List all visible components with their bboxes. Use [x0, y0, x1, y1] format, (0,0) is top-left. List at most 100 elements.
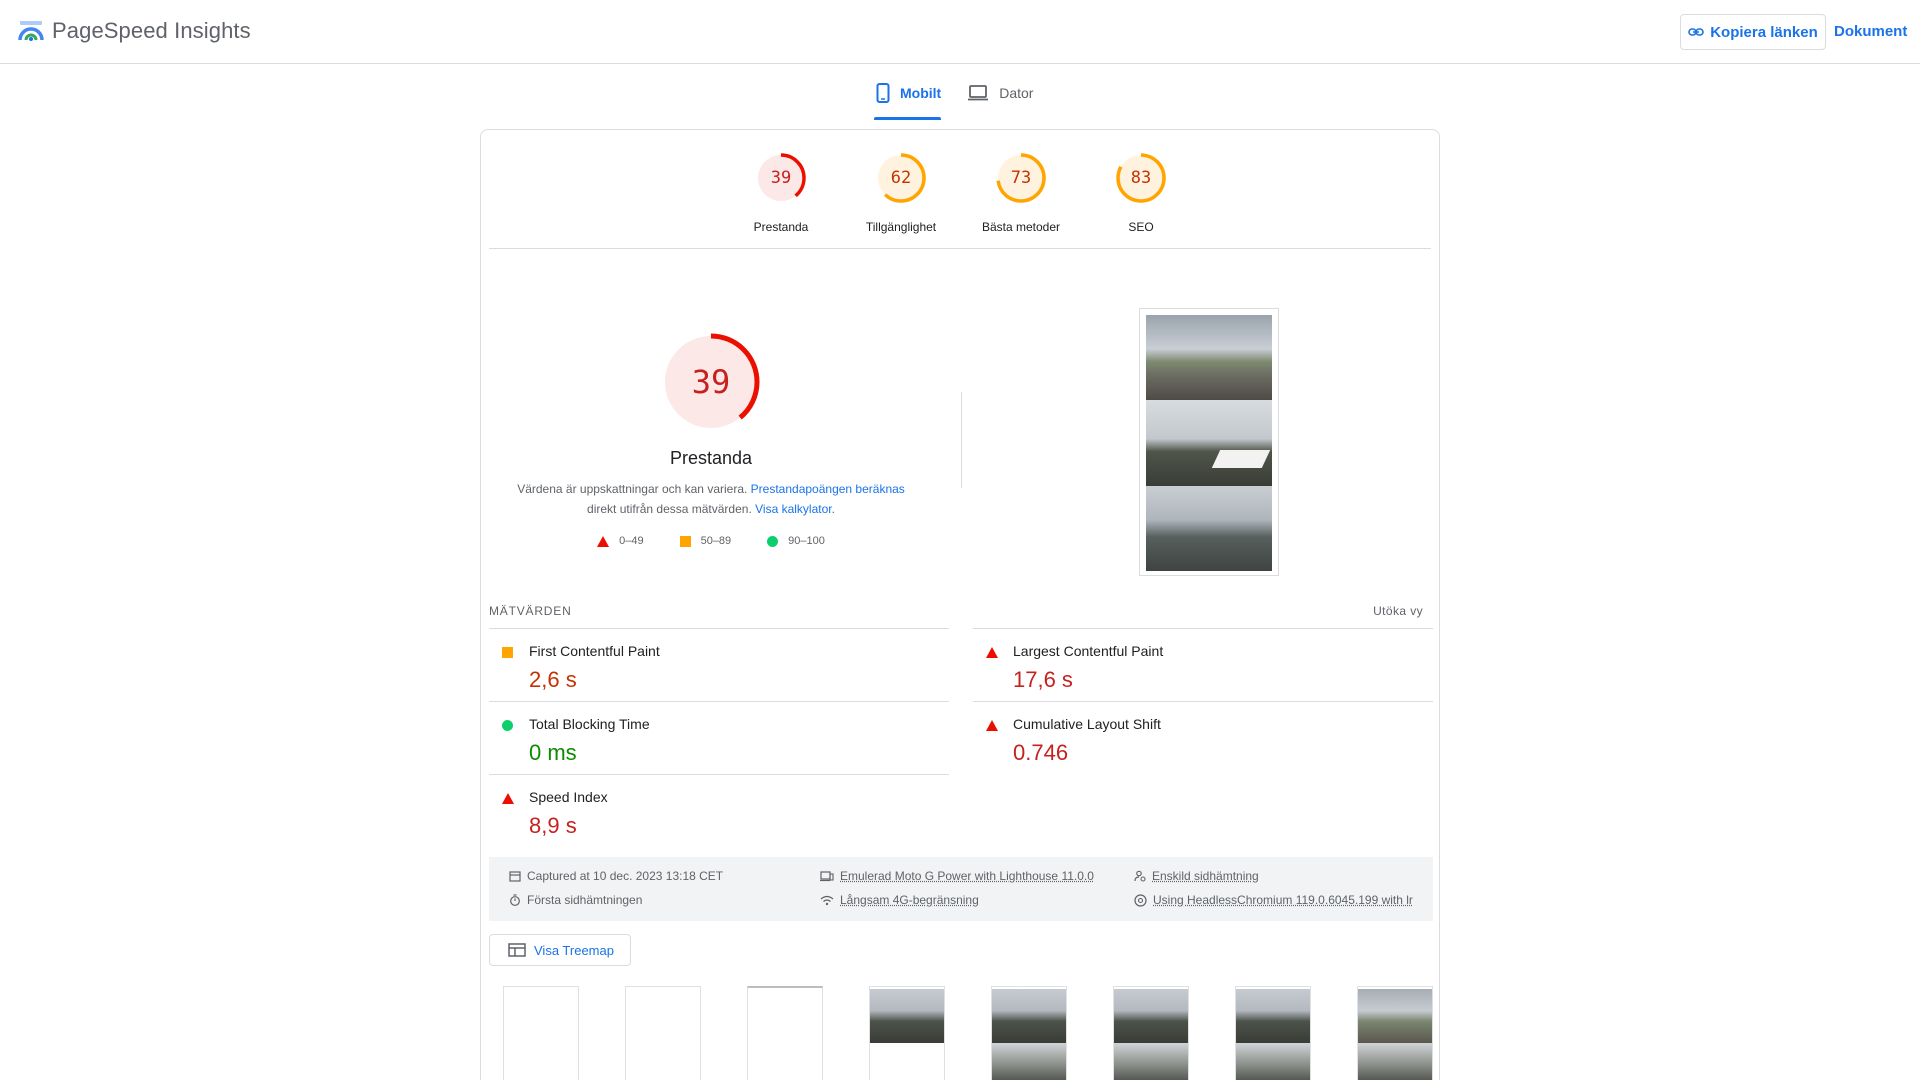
- filmstrip-frame: [1235, 986, 1311, 1080]
- timer-icon: [509, 894, 521, 906]
- tab-desktop-label: Dator: [999, 85, 1033, 101]
- triangle-icon: [502, 793, 514, 804]
- desc-period: .: [832, 502, 835, 516]
- docs-link[interactable]: Dokument: [1834, 23, 1907, 40]
- top-bar: PageSpeed Insights Kopiera länken Dokume…: [0, 0, 1920, 64]
- person-icon: [1134, 870, 1146, 882]
- brand-name: PageSpeed Insights: [52, 18, 251, 44]
- triangle-icon: [986, 647, 998, 658]
- performance-description: Värdena är uppskattningar och kan varier…: [511, 479, 911, 519]
- copy-link-label: Kopiera länken: [1710, 24, 1818, 41]
- triangle-icon: [597, 536, 609, 547]
- metric-name: Total Blocking Time: [529, 716, 650, 732]
- screenshot-image: [1146, 315, 1272, 571]
- desc-text: Värdena är uppskattningar och kan varier…: [517, 482, 747, 496]
- phone-icon: [876, 83, 890, 103]
- treemap-label: Visa Treemap: [534, 943, 614, 958]
- metric-name: Cumulative Layout Shift: [1013, 716, 1161, 732]
- score-legend: 0–49 50–89 90–100: [511, 535, 911, 547]
- legend-range: 0–49: [619, 535, 643, 547]
- filmstrip-frame: [625, 986, 701, 1080]
- metric-value: 8,9 s: [529, 813, 577, 839]
- metric-value: 17,6 s: [1013, 667, 1073, 693]
- metric-value: 0 ms: [529, 740, 577, 766]
- copy-link-button[interactable]: Kopiera länken: [1680, 14, 1826, 50]
- screenshot-segment: [1146, 400, 1272, 485]
- metric-name: First Contentful Paint: [529, 643, 660, 659]
- devices-icon: [820, 870, 834, 882]
- info-text: Captured at 10 dec. 2023 13:18 CET: [527, 869, 723, 883]
- brand[interactable]: PageSpeed Insights: [18, 18, 251, 44]
- screenshot-segment: [1146, 486, 1272, 571]
- gauge-label: SEO: [1128, 220, 1153, 234]
- view-treemap-button[interactable]: Visa Treemap: [489, 934, 631, 966]
- metric-tbt: Total Blocking Time 0 ms: [489, 701, 949, 774]
- gauge-label: Prestanda: [754, 220, 809, 234]
- filmstrip-frame: [747, 986, 823, 1080]
- metric-speed-index: Speed Index 8,9 s: [489, 774, 949, 847]
- screenshot-segment: [1146, 315, 1272, 400]
- desc-text: direkt utifrån dessa mätvärden.: [587, 502, 752, 516]
- performance-title: Prestanda: [511, 448, 911, 469]
- info-single-load[interactable]: Enskild sidhämtning: [1134, 869, 1259, 883]
- metric-lcp: Largest Contentful Paint 17,6 s: [973, 628, 1433, 701]
- info-throttling[interactable]: Långsam 4G-begränsning: [820, 893, 979, 907]
- metric-name: Speed Index: [529, 789, 608, 805]
- info-text: Första sidhämtningen: [527, 893, 642, 907]
- runtime-info: Captured at 10 dec. 2023 13:18 CET Först…: [489, 857, 1433, 921]
- circle-icon: [767, 536, 778, 547]
- metric-name: Largest Contentful Paint: [1013, 643, 1163, 659]
- link-icon: [1688, 27, 1704, 37]
- metrics-title: MÄTVÄRDEN: [489, 604, 572, 618]
- score-calculation-link[interactable]: Prestandapoängen beräknas: [751, 482, 905, 496]
- filmstrip-frame: [503, 986, 579, 1080]
- gauge-label: Tillgänglighet: [866, 220, 936, 234]
- gauge-accessibility[interactable]: 62 Tillgänglighet: [852, 152, 950, 234]
- globe-icon: [1134, 894, 1147, 907]
- gauge-score: 73: [995, 152, 1047, 204]
- calendar-icon: [509, 870, 521, 882]
- expand-view-toggle[interactable]: Utöka vy: [1373, 604, 1423, 618]
- gauge-seo[interactable]: 83 SEO: [1092, 152, 1190, 234]
- calculator-link[interactable]: Visa kalkylator: [755, 502, 831, 516]
- performance-score: 39: [661, 332, 761, 432]
- square-icon: [502, 647, 513, 658]
- info-browser[interactable]: Using HeadlessChromium 119.0.6045.199 wi…: [1134, 893, 1424, 907]
- performance-big-gauge: 39: [661, 332, 761, 432]
- gauge-score: 62: [875, 152, 927, 204]
- metric-cls: Cumulative Layout Shift 0.746: [973, 701, 1433, 774]
- square-icon: [680, 536, 691, 547]
- wifi-icon: [820, 894, 834, 906]
- metric-fcp: First Contentful Paint 2,6 s: [489, 628, 949, 701]
- metric-value: 0.746: [1013, 740, 1068, 766]
- device-tabs: Mobilt Dator: [874, 74, 1033, 112]
- gauge-performance[interactable]: 39 Prestanda: [732, 152, 830, 234]
- info-device[interactable]: Emulerad Moto G Power with Lighthouse 11…: [820, 869, 1094, 883]
- info-captured: Captured at 10 dec. 2023 13:18 CET: [509, 869, 723, 883]
- gauge-ring: 73: [995, 152, 1047, 204]
- metric-value: 2,6 s: [529, 667, 577, 693]
- circle-icon: [502, 720, 513, 731]
- gauge-best-practices[interactable]: 73 Bästa metoder: [972, 152, 1070, 234]
- triangle-icon: [986, 720, 998, 731]
- info-text: Emulerad Moto G Power with Lighthouse 11…: [840, 869, 1094, 883]
- tab-desktop[interactable]: Dator: [965, 74, 1033, 112]
- legend-range: 90–100: [788, 535, 825, 547]
- gauge-ring: 83: [1115, 152, 1167, 204]
- final-screenshot[interactable]: [1139, 308, 1279, 576]
- tab-mobile-label: Mobilt: [900, 85, 941, 101]
- vertical-divider: [961, 392, 962, 488]
- info-first-load: Första sidhämtningen: [509, 893, 642, 907]
- filmstrip: [503, 986, 1433, 1080]
- filmstrip-frame: [1113, 986, 1189, 1080]
- score-gauges: 39 Prestanda 62 Tillgänglighet 73 Bästa …: [481, 152, 1441, 234]
- filmstrip-frame: [869, 986, 945, 1080]
- gauge-ring: 39: [755, 152, 807, 204]
- tab-mobile[interactable]: Mobilt: [874, 74, 941, 112]
- legend-pass: 90–100: [767, 535, 825, 547]
- info-text: Långsam 4G-begränsning: [840, 893, 979, 907]
- report-card: 39 Prestanda 62 Tillgänglighet 73 Bästa …: [480, 129, 1440, 1080]
- metrics-grid: First Contentful Paint 2,6 s Largest Con…: [489, 628, 1433, 847]
- filmstrip-frame: [1357, 986, 1433, 1080]
- filmstrip-frame: [991, 986, 1067, 1080]
